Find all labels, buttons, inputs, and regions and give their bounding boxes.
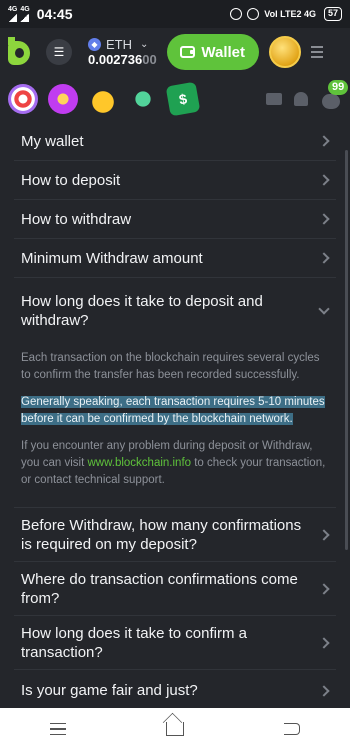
answer-paragraph-2: Generally speaking, each transaction req… [21, 394, 328, 428]
faq-question: How long does it take to confirm a trans… [21, 624, 247, 661]
faq-item-how-to-withdraw[interactable]: How to withdraw [14, 200, 336, 239]
status-bar: 4G 4G 04:45 Vol LTE2 4G 57 [0, 0, 350, 28]
selected-text[interactable]: Generally speaking, each transaction req… [21, 396, 325, 425]
faq-item-my-wallet[interactable]: My wallet [14, 122, 336, 161]
faq-question: How long does it take to deposit and wit… [21, 293, 263, 329]
faq-question: Before Withdraw, how many confirmations … [21, 516, 302, 553]
balance-main: 0.002736 [88, 51, 143, 67]
mail-icon[interactable] [266, 93, 282, 105]
chevron-down-icon: ⌄ [140, 38, 149, 50]
faq-item-minimum-withdraw[interactable]: Minimum Withdraw amount [14, 239, 336, 278]
cash-game-icon[interactable]: $ [165, 81, 201, 117]
balance-dim: 00 [142, 51, 157, 67]
faq-question: Where do transaction confirmations come … [21, 570, 298, 607]
chevron-right-icon [318, 252, 330, 264]
faq-item-confirm-time[interactable]: How long does it take to confirm a trans… [14, 616, 336, 670]
app-header: ☰ ◆ ETH ⌄ 0.00273600 Wallet [0, 28, 350, 76]
battery-level: 57 [323, 7, 342, 21]
network-label-1: 4G [8, 6, 18, 13]
wallet-button[interactable]: Wallet [166, 34, 259, 70]
alarm-icon [230, 8, 243, 20]
avatar[interactable] [268, 36, 301, 68]
faq-item-how-to-deposit[interactable]: How to deposit [14, 161, 336, 200]
balance-amount: 0.00273600 [88, 51, 157, 67]
chevron-right-icon [318, 135, 330, 147]
faq-question: Minimum Withdraw amount [21, 249, 203, 267]
back-icon[interactable] [284, 723, 300, 735]
faq-item-game-fair[interactable]: Is your game fair and just? [14, 670, 336, 708]
chevron-right-icon [318, 174, 330, 186]
wallet-icon [180, 46, 196, 58]
signal-icon [20, 14, 30, 22]
signal-icon [8, 14, 17, 22]
chevron-right-icon [318, 528, 330, 541]
chevron-right-icon [318, 213, 330, 225]
scrollbar[interactable] [345, 150, 348, 550]
wallet-label: Wallet [201, 43, 246, 61]
dollar-glyph: $ [177, 90, 189, 108]
faq-question: How to deposit [21, 171, 121, 189]
faq-item-confirmations-source[interactable]: Where do transaction confirmations come … [14, 562, 336, 616]
rocket-game-icon[interactable] [128, 84, 158, 114]
hamburger-icon[interactable] [310, 46, 323, 58]
balance-selector[interactable]: ◆ ETH ⌄ 0.00273600 [88, 36, 157, 67]
faq-question: Is your game fair and just? [21, 682, 198, 699]
piggy-game-icon[interactable] [88, 84, 118, 114]
faq-item-deposit-withdraw-time[interactable]: How long does it take to deposit and wit… [14, 278, 336, 340]
faq-list: My wallet How to deposit How to withdraw… [0, 122, 350, 708]
dnd-icon [247, 8, 260, 20]
faq-answer: Each transaction on the blockchain requi… [14, 340, 336, 508]
chevron-right-icon [318, 684, 330, 697]
chevron-right-icon [318, 582, 330, 595]
chat-badge: 99 [328, 80, 349, 95]
chat-icon [322, 94, 340, 109]
blockchain-link[interactable]: www.blockchain.info [87, 457, 191, 469]
faq-item-confirmations-required[interactable]: Before Withdraw, how many confirmations … [14, 508, 336, 562]
target-game-icon[interactable] [8, 84, 38, 114]
brand-logo[interactable] [8, 37, 32, 67]
status-right: Vol LTE2 4G 57 [230, 7, 342, 21]
clock: 04:45 [36, 6, 73, 22]
home-icon[interactable] [166, 722, 184, 736]
eth-icon: ◆ [88, 38, 101, 51]
bell-icon[interactable] [294, 92, 308, 106]
more-menu-button[interactable]: ☰ [46, 39, 72, 65]
recent-apps-icon[interactable] [50, 722, 66, 736]
faq-question: My wallet [21, 132, 84, 150]
chevron-right-icon [318, 636, 330, 649]
wheel-game-icon[interactable] [48, 84, 78, 114]
currency-label: ETH [106, 36, 132, 52]
menu-lines-icon: ☰ [53, 45, 65, 59]
chat-button[interactable]: 99 [320, 80, 349, 110]
answer-paragraph-3: If you encounter any problem during depo… [21, 438, 328, 489]
network-indicator-2: 4G [20, 6, 30, 22]
system-nav-bar [0, 708, 350, 750]
game-shortcuts: $ 99 [0, 76, 350, 122]
answer-paragraph-1: Each transaction on the blockchain requi… [21, 352, 320, 381]
network-indicator-1: 4G [8, 6, 17, 22]
network-label-2: 4G [20, 6, 30, 13]
chevron-down-icon [318, 303, 330, 315]
faq-question: How to withdraw [21, 210, 132, 228]
network-type: Vol LTE2 4G [264, 9, 316, 19]
